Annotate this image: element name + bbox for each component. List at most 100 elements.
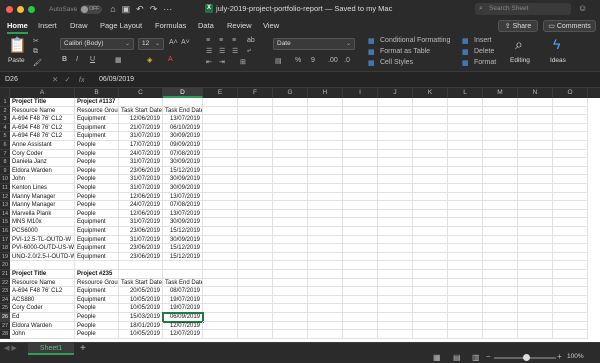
accounting-format-icon[interactable]: ▤: [275, 57, 282, 65]
cell-O26[interactable]: [553, 313, 588, 322]
font-size-dropdown[interactable]: 12 ⌄: [138, 38, 164, 50]
cell-I2[interactable]: [343, 106, 378, 116]
cell-C2[interactable]: Task Start Date: [119, 106, 163, 116]
cell-A2[interactable]: Resource Name: [10, 106, 75, 116]
tab-insert[interactable]: Insert: [38, 21, 57, 30]
row-header[interactable]: 27: [0, 321, 10, 331]
cell-D11[interactable]: 30/09/2019: [163, 184, 203, 193]
add-sheet-icon[interactable]: +: [80, 343, 86, 355]
cell-D25[interactable]: 19/07/2019: [163, 304, 203, 313]
align-middle-icon[interactable]: ≡: [219, 37, 223, 44]
cell-B24[interactable]: Equipment: [75, 295, 119, 305]
cell-G18[interactable]: [273, 244, 308, 253]
cell-B18[interactable]: Equipment: [75, 244, 119, 253]
row-header[interactable]: 12: [0, 192, 10, 202]
cell-G19[interactable]: [273, 252, 308, 262]
row-header[interactable]: 28: [0, 330, 10, 339]
cell-B26[interactable]: People: [75, 313, 119, 322]
cell-E12[interactable]: [203, 192, 238, 202]
cell-F3[interactable]: [238, 115, 273, 124]
cell-N19[interactable]: [518, 252, 553, 262]
cell-I14[interactable]: [343, 209, 378, 219]
cell-M4[interactable]: [483, 123, 518, 133]
cell-N26[interactable]: [518, 313, 553, 322]
cell-D18[interactable]: 15/12/2019: [163, 244, 203, 253]
cell-F22[interactable]: [238, 278, 273, 288]
cell-J14[interactable]: [378, 209, 413, 219]
cell-B8[interactable]: People: [75, 158, 119, 167]
cell-N7[interactable]: [518, 149, 553, 159]
row-header[interactable]: 1: [0, 98, 10, 107]
cell-C15[interactable]: 31/07/2019: [119, 218, 163, 227]
borders-icon[interactable]: ▦: [115, 56, 122, 64]
cell-J20[interactable]: [378, 261, 413, 270]
cell-D26[interactable]: 06/09/2019: [162, 312, 204, 323]
column-header[interactable]: M: [483, 88, 518, 98]
zoom-out-icon[interactable]: −: [486, 352, 491, 361]
cell-M8[interactable]: [483, 158, 518, 167]
cell-N23[interactable]: [518, 287, 553, 296]
cell-A11[interactable]: Kenton Lines: [10, 184, 75, 193]
tab-draw[interactable]: Draw: [70, 21, 88, 30]
cell-G16[interactable]: [273, 227, 308, 236]
cell-G14[interactable]: [273, 209, 308, 219]
cell-E18[interactable]: [203, 244, 238, 253]
orientation-icon[interactable]: ab: [247, 37, 255, 44]
cell-F23[interactable]: [238, 287, 273, 296]
cell-B21[interactable]: Project #235: [75, 270, 119, 279]
cell-N21[interactable]: [518, 270, 553, 279]
cell-B12[interactable]: People: [75, 192, 119, 202]
cell-A13[interactable]: Manny Manager: [10, 201, 75, 210]
close-window-button[interactable]: [6, 5, 13, 13]
cell-I6[interactable]: [343, 141, 378, 150]
row-header[interactable]: 15: [0, 218, 10, 227]
cell-J8[interactable]: [378, 158, 413, 167]
cell-C24[interactable]: 10/05/2019: [119, 295, 163, 305]
cell-C19[interactable]: 23/06/2019: [119, 252, 163, 262]
cell-N11[interactable]: [518, 184, 553, 193]
cell-C28[interactable]: 10/05/2019: [119, 330, 163, 339]
cell-A20[interactable]: [10, 261, 75, 270]
cell-H13[interactable]: [308, 201, 343, 210]
cell-C3[interactable]: 12/06/2019: [119, 115, 163, 124]
cell-G12[interactable]: [273, 192, 308, 202]
cell-N12[interactable]: [518, 192, 553, 202]
cell-N4[interactable]: [518, 123, 553, 133]
cell-L26[interactable]: [448, 313, 483, 322]
cell-K2[interactable]: [413, 106, 448, 116]
cell-F20[interactable]: [238, 261, 273, 270]
cell-H21[interactable]: [308, 270, 343, 279]
column-header[interactable]: C: [119, 88, 163, 98]
cell-E4[interactable]: [203, 123, 238, 133]
cell-H4[interactable]: [308, 123, 343, 133]
cell-E13[interactable]: [203, 201, 238, 210]
cell-B25[interactable]: People: [75, 304, 119, 313]
cell-M19[interactable]: [483, 252, 518, 262]
cell-K12[interactable]: [413, 192, 448, 202]
cell-G11[interactable]: [273, 184, 308, 193]
cell-O10[interactable]: [553, 175, 588, 184]
cell-B5[interactable]: Equipment: [75, 132, 119, 141]
column-header[interactable]: H: [308, 88, 343, 98]
cell-N20[interactable]: [518, 261, 553, 270]
column-header[interactable]: A: [10, 88, 75, 98]
cell-H8[interactable]: [308, 158, 343, 167]
cell-O14[interactable]: [553, 209, 588, 219]
cell-O4[interactable]: [553, 123, 588, 133]
cell-O19[interactable]: [553, 252, 588, 262]
cell-L4[interactable]: [448, 123, 483, 133]
cell-K28[interactable]: [413, 330, 448, 339]
comma-style-icon[interactable]: 9: [311, 57, 315, 64]
cell-K13[interactable]: [413, 201, 448, 210]
enter-icon[interactable]: ✓: [64, 75, 70, 84]
cell-I15[interactable]: [343, 218, 378, 227]
share-button[interactable]: ⇪ Share: [498, 20, 538, 32]
cell-N24[interactable]: [518, 295, 553, 305]
cell-D28[interactable]: 12/07/2019: [163, 330, 203, 339]
cell-F14[interactable]: [238, 209, 273, 219]
cell-L16[interactable]: [448, 227, 483, 236]
tab-review[interactable]: Review: [227, 21, 252, 30]
cell-C7[interactable]: 24/07/2019: [119, 149, 163, 159]
cell-E3[interactable]: [203, 115, 238, 124]
cell-I18[interactable]: [343, 244, 378, 253]
